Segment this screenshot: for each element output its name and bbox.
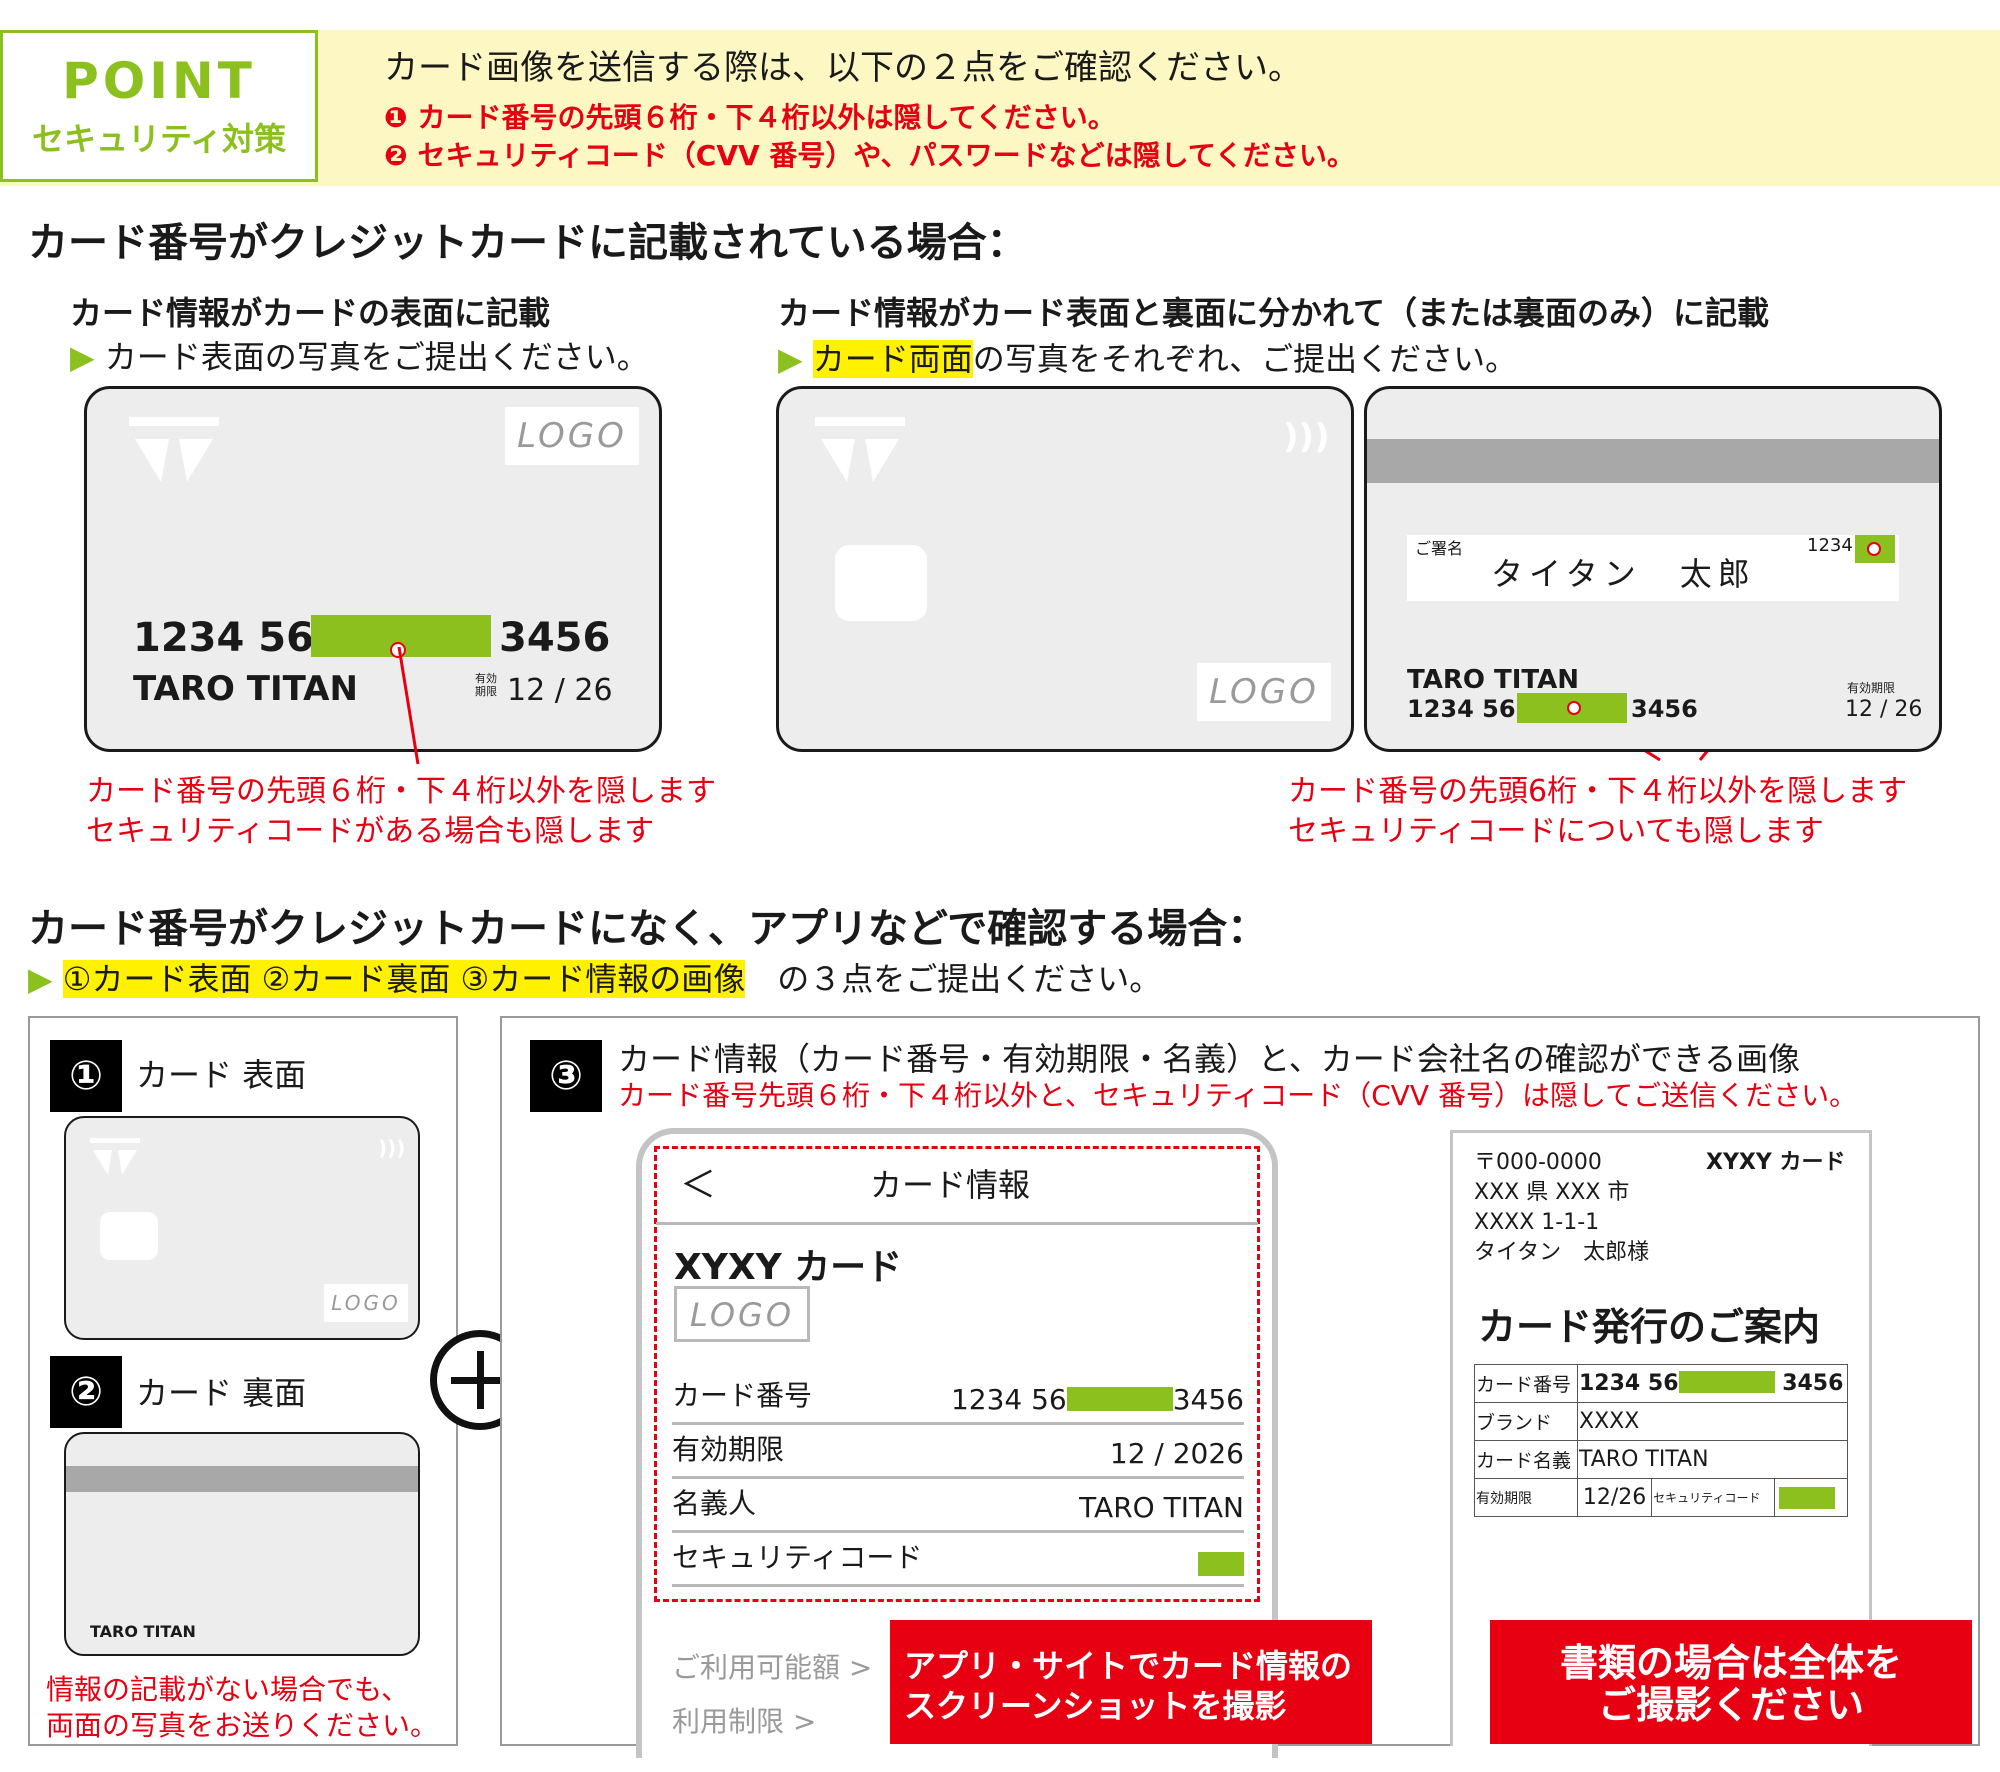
app-row-holder: 名義人 TARO TITAN	[672, 1478, 1244, 1533]
pointer-dot	[1867, 542, 1881, 556]
masked-number-bar	[1066, 1387, 1173, 1411]
app-link-available-amount[interactable]: ご利用可能額 >	[672, 1646, 872, 1686]
app-row-expiry: 有効期限 12 / 2026	[672, 1424, 1244, 1479]
masked-cvv-bar	[1779, 1486, 1836, 1509]
section2-title: カード番号がクレジットカードになく、アプリなどで確認する場合：	[28, 906, 1268, 952]
app-header-title: カード情報	[870, 1166, 1031, 1204]
step-1-badge: ①	[50, 1040, 122, 1112]
app-header-divider	[656, 1222, 1258, 1225]
document-info-table: カード番号 1234 56 3456 ブランド XXXX カード名義 TARO …	[1474, 1364, 1848, 1517]
triangle-icon: ▶	[778, 340, 803, 378]
app-back-button[interactable]: ＜	[680, 1156, 716, 1208]
step-2-label: カード 裏面	[136, 1374, 307, 1412]
document-address: 〒000-0000 XXX 県 XXX 市 XXXX 1-1-1 タイタン 太郎…	[1474, 1150, 1650, 1265]
case-both-sub: ▶ カード両面の写真をそれぞれ、ご提出ください。	[778, 340, 1518, 378]
small-card-back: TARO TITAN	[64, 1432, 420, 1656]
signature-label: ご署名	[1415, 539, 1464, 558]
small-back-name: TARO TITAN	[90, 1622, 196, 1641]
back-expiry-value: 12 / 26	[1845, 697, 1923, 722]
app-card-logo: LOGO	[674, 1286, 810, 1342]
step-2-badge: ②	[50, 1356, 122, 1428]
contactless-icon: )))	[1283, 417, 1330, 457]
brand-mark-icon	[90, 1138, 140, 1175]
document-heading: カード発行のご案内	[1478, 1305, 1821, 1349]
masked-cvv-bar	[1198, 1552, 1244, 1576]
doc-row-card-number: カード番号 1234 56 3456	[1474, 1364, 1848, 1403]
back-holder-name: TARO TITAN	[1407, 665, 1580, 695]
both-note-1: カード番号の先頭6桁・下４桁以外を隠します	[1288, 774, 1908, 809]
card-front-no-number: ))) LOGO	[776, 386, 1354, 752]
card-logo: LOGO	[324, 1284, 408, 1322]
app-row-card-number: カード番号 1234 56 3456	[672, 1370, 1244, 1425]
doc-row-holder: カード名義 TARO TITAN	[1474, 1440, 1848, 1479]
app-row-security-code: セキュリティコード	[672, 1532, 1244, 1587]
magnetic-stripe	[66, 1466, 418, 1492]
cvv-prefix: 1234	[1807, 535, 1853, 556]
signature-name: タイタン 太郎	[1491, 555, 1756, 593]
pointer-dot	[1567, 701, 1581, 715]
panel1-note-2: 両面の写真をお送りください。	[46, 1709, 439, 1742]
back-expiry-label: 有効期限	[1847, 681, 1896, 695]
app-instruction-label: アプリ・サイトでカード情報の スクリーンショットを撮影	[890, 1620, 1372, 1744]
step-1-label: カード 表面	[136, 1056, 307, 1094]
doc-row-brand: ブランド XXXX	[1474, 1402, 1848, 1441]
back-number-last: 3456	[1631, 695, 1698, 723]
section2-sub: ▶ ①カード表面 ②カード裏面 ③カード情報の画像 の３点をご提出ください。	[28, 960, 1162, 998]
contactless-icon: )))	[378, 1136, 406, 1160]
card-back-image: ご署名 タイタン 太郎 1234 TARO TITAN 1234 56 3456…	[1364, 386, 1942, 752]
app-card-name: XYXY カード	[674, 1247, 903, 1288]
magnetic-stripe	[1367, 439, 1939, 483]
front-note-1: カード番号の先頭６桁・下４桁以外を隠します	[86, 774, 716, 809]
front-note-2: セキュリティコードがある場合も隠します	[86, 814, 655, 849]
step-3-note: カード番号先頭６桁・下４桁以外と、セキュリティコード（CVV 番号）は隠してご送…	[618, 1079, 1858, 1112]
card-logo: LOGO	[1197, 663, 1331, 721]
both-note-2: セキュリティコードについても隠します	[1288, 814, 1824, 849]
triangle-icon: ▶	[28, 960, 53, 998]
masked-number-bar	[1678, 1371, 1775, 1393]
document-instruction-label: 書類の場合は全体を ご撮影ください	[1490, 1620, 1972, 1744]
small-card-front: ))) LOGO	[64, 1116, 420, 1340]
step-3-badge: ③	[530, 1040, 602, 1112]
chip-icon	[100, 1212, 158, 1260]
chip-icon	[835, 545, 927, 621]
document-company: XYXY カード	[1706, 1150, 1846, 1175]
brand-mark-icon	[815, 417, 905, 482]
doc-row-expiry-cvv: 有効期限 12/26 セキュリティコード	[1474, 1478, 1848, 1517]
case-both-title: カード情報がカード表面と裏面に分かれて（または裏面のみ）に記載	[778, 294, 1770, 332]
app-link-usage-limit[interactable]: 利用制限 >	[672, 1700, 816, 1740]
back-number-first: 1234 56	[1407, 695, 1516, 723]
panel1-note-1: 情報の記載がない場合でも、	[46, 1673, 410, 1706]
